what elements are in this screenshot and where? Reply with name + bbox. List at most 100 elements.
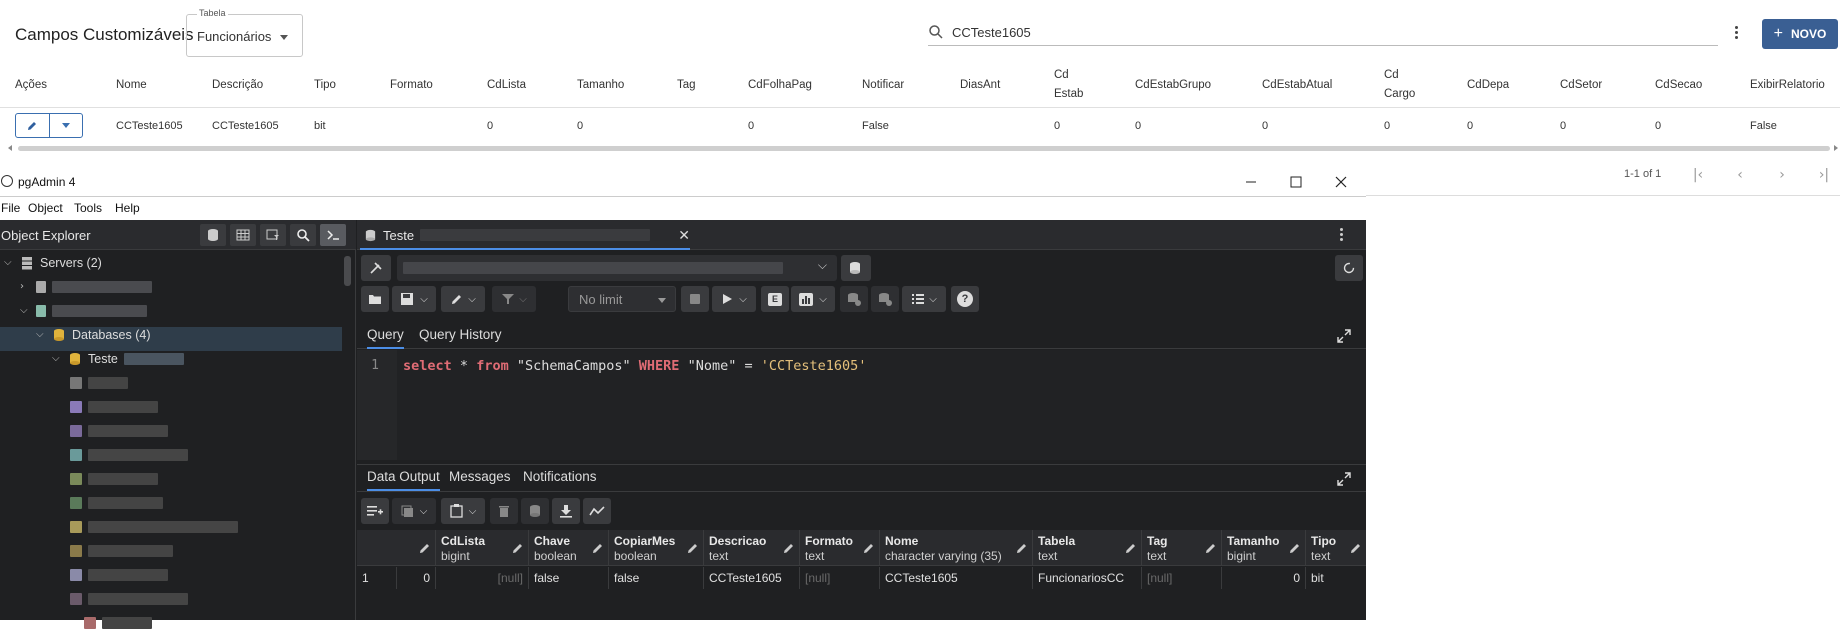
grid-cell-cdlista[interactable]: [null] xyxy=(436,567,529,589)
col-tamanho[interactable]: Tamanho xyxy=(577,76,624,95)
tree-node-child[interactable] xyxy=(70,491,163,515)
edit-menu-button[interactable]: ⌵ xyxy=(441,286,485,312)
col-descricao[interactable]: Descrição xyxy=(212,76,263,95)
stop-button[interactable] xyxy=(681,286,709,312)
tree-node-server-1[interactable]: › xyxy=(20,275,152,299)
tree-node-child[interactable] xyxy=(70,443,188,467)
commit-button[interactable] xyxy=(840,286,868,312)
maximize-icon[interactable] xyxy=(1285,171,1307,193)
tree-node-child[interactable] xyxy=(70,371,128,395)
grid-header-nome[interactable]: Nome character varying (35) xyxy=(880,530,1033,566)
search-input[interactable]: CCTeste1605 xyxy=(928,20,1718,46)
save-data-button[interactable] xyxy=(521,498,549,524)
col-tipo[interactable]: Tipo xyxy=(314,76,336,95)
grid-cell-descricao[interactable]: CCTeste1605 xyxy=(704,567,800,589)
tree-node-child[interactable] xyxy=(70,587,188,611)
scroll-right-arrow[interactable] xyxy=(1834,145,1838,151)
explain-button[interactable]: E xyxy=(761,286,789,312)
new-button[interactable]: + NOVO xyxy=(1762,19,1838,49)
table-row[interactable]: 1 0 [null] false false CCTeste1605 [null… xyxy=(357,567,1366,589)
delete-button[interactable] xyxy=(490,498,518,524)
more-options-icon[interactable] xyxy=(1340,228,1344,243)
explain-analyze-button[interactable]: ⌵ xyxy=(791,286,835,312)
grid-header-copiarmes[interactable]: CopiarMes boolean xyxy=(609,530,704,566)
query-tab[interactable]: Teste ✕ xyxy=(360,222,690,250)
search-objects-icon[interactable] xyxy=(290,224,316,246)
edit-button[interactable] xyxy=(16,114,50,137)
menu-tools[interactable]: Tools xyxy=(74,201,102,215)
download-button[interactable] xyxy=(552,498,580,524)
grid-header-tipo[interactable]: Tipo text xyxy=(1306,530,1366,566)
tab-query-history[interactable]: Query History xyxy=(419,327,502,349)
menu-file[interactable]: File xyxy=(1,201,20,215)
paste-button[interactable]: ⌵ xyxy=(441,498,485,524)
grid-header-tag[interactable]: Tag text xyxy=(1142,530,1222,566)
open-file-button[interactable] xyxy=(361,286,389,312)
tab-data-output[interactable]: Data Output xyxy=(367,469,440,491)
grid-cell-formato[interactable]: [null] xyxy=(800,567,880,589)
prev-page-icon[interactable]: ‹ xyxy=(1732,167,1748,183)
filter-rows-icon[interactable] xyxy=(260,224,286,246)
grid-header-tamanho[interactable]: Tamanho bigint xyxy=(1222,530,1306,566)
tree-node-child[interactable] xyxy=(84,611,152,635)
add-row-button[interactable] xyxy=(361,498,389,524)
more-options-icon[interactable] xyxy=(1732,24,1740,44)
grid-cell-nome[interactable]: CCTeste1605 xyxy=(880,567,1033,589)
col-cdcargo[interactable]: Cd Cargo xyxy=(1384,66,1418,104)
help-button[interactable]: ? xyxy=(951,286,979,312)
col-cdsetor[interactable]: CdSetor xyxy=(1560,76,1602,95)
first-page-icon[interactable]: |‹ xyxy=(1690,167,1706,183)
grid-header-cdlista[interactable]: CdLista bigint xyxy=(436,530,529,566)
next-page-icon[interactable]: › xyxy=(1774,167,1790,183)
connection-select[interactable]: ⌵ xyxy=(397,255,837,281)
col-cdsecao[interactable]: CdSecao xyxy=(1655,76,1702,95)
rollback-button[interactable] xyxy=(871,286,899,312)
connection-status-button[interactable] xyxy=(361,255,391,281)
col-cdfolhapag[interactable]: CdFolhaPag xyxy=(748,76,812,95)
tree-node-child[interactable] xyxy=(70,467,158,491)
tree-node-child[interactable] xyxy=(70,515,238,539)
tree-node-databases[interactable]: ⌵ Databases (4) xyxy=(36,323,151,347)
save-file-button[interactable]: ⌵ xyxy=(392,286,436,312)
tree-node-database-teste[interactable]: ⌵ Teste xyxy=(52,347,184,371)
grid-header-chave[interactable]: Chave boolean xyxy=(529,530,609,566)
tab-query[interactable]: Query xyxy=(367,327,404,349)
expand-icon[interactable] xyxy=(1337,472,1351,486)
grid-header-descricao[interactable]: Descricao text xyxy=(704,530,800,566)
tab-messages[interactable]: Messages xyxy=(449,469,511,491)
grid-cell-tabela[interactable]: FuncionariosCC xyxy=(1033,567,1142,589)
menu-help[interactable]: Help xyxy=(115,201,140,215)
col-diasant[interactable]: DiasAnt xyxy=(960,76,1000,95)
actions-dropdown-button[interactable] xyxy=(50,114,83,137)
tree-node-child[interactable] xyxy=(70,563,168,587)
col-cdestab[interactable]: Cd Estab xyxy=(1054,66,1084,104)
grid-cell-copiarmes[interactable]: false xyxy=(609,567,704,589)
scroll-left-arrow[interactable] xyxy=(8,145,12,151)
grid-cell-tag[interactable]: [null] xyxy=(1142,567,1222,589)
filter-button[interactable]: ⌵ xyxy=(492,286,536,312)
col-notificar[interactable]: Notificar xyxy=(862,76,904,95)
minimize-icon[interactable] xyxy=(1240,171,1262,193)
execute-button[interactable]: ⌵ xyxy=(712,286,756,312)
grid-header-formato[interactable]: Formato text xyxy=(800,530,880,566)
grid-header-tabela[interactable]: Tabela text xyxy=(1033,530,1142,566)
close-icon[interactable] xyxy=(1330,171,1352,193)
col-formato[interactable]: Formato xyxy=(390,76,433,95)
tree-node-server-2[interactable]: ⌵ xyxy=(20,299,147,323)
expand-icon[interactable] xyxy=(1337,329,1351,343)
grid-cell-chave[interactable]: false xyxy=(529,567,609,589)
graph-visualiser-button[interactable] xyxy=(583,498,611,524)
tree-node-servers[interactable]: ⌵ Servers (2) xyxy=(4,251,102,275)
col-cddepa[interactable]: CdDepa xyxy=(1467,76,1509,95)
tree-node-child[interactable] xyxy=(70,539,173,563)
col-nome[interactable]: Nome xyxy=(116,76,147,95)
query-tool-icon[interactable] xyxy=(200,224,226,246)
col-tag[interactable]: Tag xyxy=(677,76,696,95)
grid-cell-tamanho[interactable]: 0 xyxy=(1222,567,1306,589)
table-select[interactable]: Tabela Funcionários xyxy=(186,8,303,57)
grid-cell[interactable]: 0 xyxy=(397,567,436,589)
col-cdestabgrupo[interactable]: CdEstabGrupo xyxy=(1135,76,1211,95)
tab-notifications[interactable]: Notifications xyxy=(523,469,597,491)
col-exibirrelatorio[interactable]: ExibirRelatorio xyxy=(1750,76,1825,95)
tree-node-child[interactable] xyxy=(70,395,158,419)
